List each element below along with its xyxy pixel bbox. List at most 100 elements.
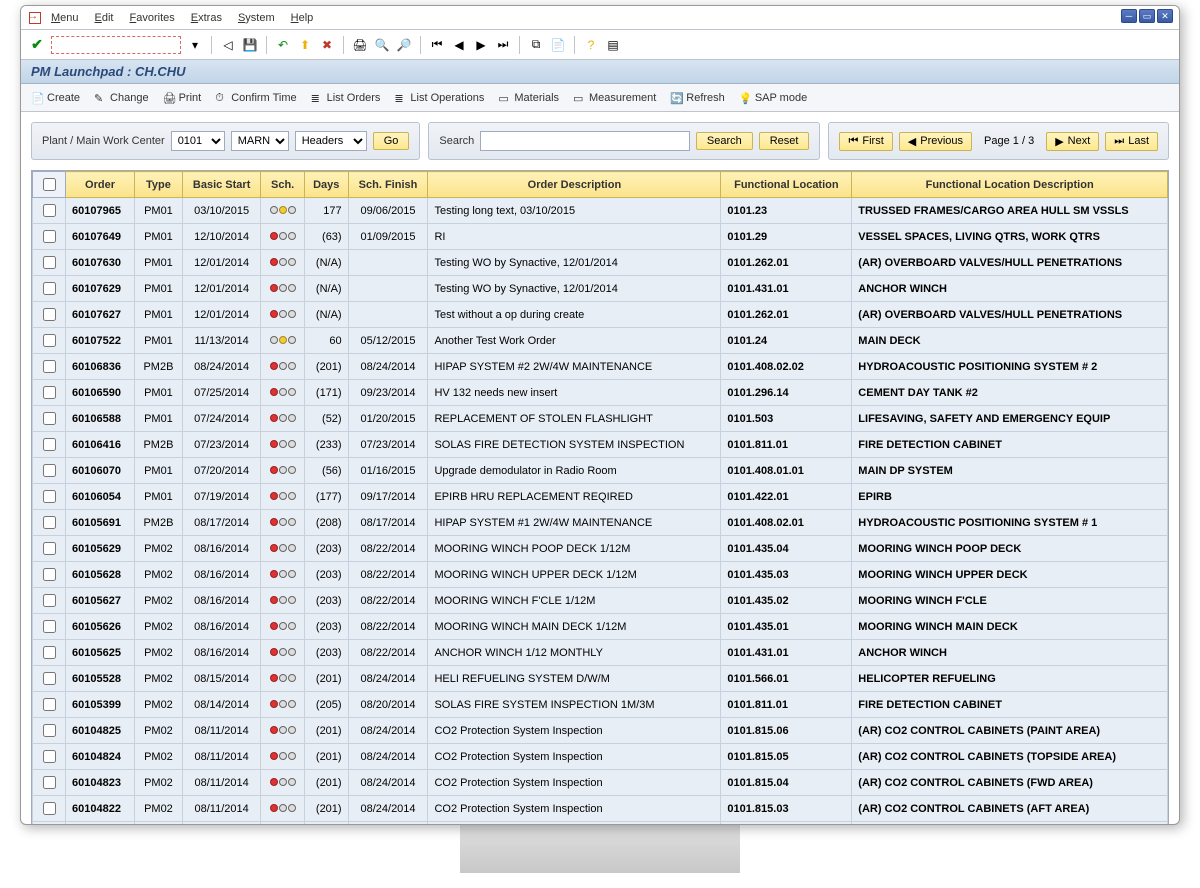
measurement-button[interactable]: ▭Measurement bbox=[573, 92, 656, 104]
back-icon[interactable]: ◁ bbox=[220, 37, 236, 53]
refresh-button[interactable]: 🔄Refresh bbox=[670, 92, 725, 104]
col-type[interactable]: Type bbox=[135, 172, 183, 198]
prev-page-icon[interactable]: ◀ bbox=[451, 37, 467, 53]
find-icon[interactable]: 🔍 bbox=[374, 37, 390, 53]
table-row[interactable]: 60106588PM0107/24/2014(52)01/20/2015REPL… bbox=[33, 406, 1168, 432]
menu-edit[interactable]: Edit bbox=[95, 12, 114, 24]
row-checkbox[interactable] bbox=[43, 724, 56, 737]
row-checkbox[interactable] bbox=[43, 620, 56, 633]
row-checkbox[interactable] bbox=[43, 516, 56, 529]
row-checkbox[interactable] bbox=[43, 542, 56, 555]
col-checkbox[interactable] bbox=[33, 172, 66, 198]
mode-select[interactable]: Headers bbox=[295, 131, 367, 151]
table-row[interactable]: 60107649PM0112/10/2014(63)01/09/2015RI01… bbox=[33, 224, 1168, 250]
table-row[interactable]: 60104822PM0208/11/2014(201)08/24/2014CO2… bbox=[33, 796, 1168, 822]
table-row[interactable]: 60107630PM0112/01/2014(N/A)Testing WO by… bbox=[33, 250, 1168, 276]
menu-system[interactable]: System bbox=[238, 12, 275, 24]
materials-button[interactable]: ▭Materials bbox=[498, 92, 559, 104]
row-checkbox[interactable] bbox=[43, 490, 56, 503]
print-icon[interactable]: 🖨 bbox=[352, 37, 368, 53]
table-row[interactable]: 60104825PM0208/11/2014(201)08/24/2014CO2… bbox=[33, 718, 1168, 744]
col-basic-start[interactable]: Basic Start bbox=[182, 172, 261, 198]
table-row[interactable]: 60106416PM2B07/23/2014(233)07/23/2014SOL… bbox=[33, 432, 1168, 458]
table-row[interactable]: 60107522PM0111/13/20146005/12/2015Anothe… bbox=[33, 328, 1168, 354]
row-checkbox[interactable] bbox=[43, 776, 56, 789]
row-checkbox[interactable] bbox=[43, 256, 56, 269]
maximize-button[interactable]: ▭ bbox=[1139, 9, 1155, 23]
first-page-icon[interactable]: ⏮ bbox=[429, 37, 445, 53]
shortcut-icon[interactable]: 📄 bbox=[550, 37, 566, 53]
table-row[interactable]: 60105691PM2B08/17/2014(208)08/17/2014HIP… bbox=[33, 510, 1168, 536]
table-row[interactable]: 60104824PM0208/11/2014(201)08/24/2014CO2… bbox=[33, 744, 1168, 770]
col-sch-[interactable]: Sch. bbox=[261, 172, 304, 198]
row-checkbox[interactable] bbox=[43, 698, 56, 711]
search-button[interactable]: Search bbox=[696, 132, 753, 150]
row-checkbox[interactable] bbox=[43, 802, 56, 815]
row-checkbox[interactable] bbox=[43, 412, 56, 425]
row-checkbox[interactable] bbox=[43, 360, 56, 373]
minimize-button[interactable]: ─ bbox=[1121, 9, 1137, 23]
next-button[interactable]: ▶ Next bbox=[1046, 132, 1099, 151]
confirm-time-button[interactable]: ⏱Confirm Time bbox=[215, 92, 296, 104]
col-functional-location-description[interactable]: Functional Location Description bbox=[852, 172, 1168, 198]
col-order-description[interactable]: Order Description bbox=[428, 172, 721, 198]
list-operations-button[interactable]: ≣List Operations bbox=[394, 92, 484, 104]
row-checkbox[interactable] bbox=[43, 386, 56, 399]
last-page-icon[interactable]: ⏭ bbox=[495, 37, 511, 53]
row-checkbox[interactable] bbox=[43, 438, 56, 451]
next-page-icon[interactable]: ▶ bbox=[473, 37, 489, 53]
exit-icon[interactable]: ⬆ bbox=[297, 37, 313, 53]
menu-favorites[interactable]: Favorites bbox=[130, 12, 175, 24]
col-order[interactable]: Order bbox=[66, 172, 135, 198]
print-button[interactable]: 🖨Print bbox=[163, 92, 202, 104]
col-sch-finish[interactable]: Sch. Finish bbox=[348, 172, 428, 198]
col-days[interactable]: Days bbox=[304, 172, 348, 198]
sap-mode-button[interactable]: 💡SAP mode bbox=[739, 92, 807, 104]
layout-icon[interactable]: ▤ bbox=[605, 37, 621, 53]
menu-extras[interactable]: Extras bbox=[191, 12, 222, 24]
row-checkbox[interactable] bbox=[43, 646, 56, 659]
row-checkbox[interactable] bbox=[43, 230, 56, 243]
reset-button[interactable]: Reset bbox=[759, 132, 810, 150]
row-checkbox[interactable] bbox=[43, 334, 56, 347]
cancel-icon[interactable]: ✖ bbox=[319, 37, 335, 53]
table-row[interactable]: 60105627PM0208/16/2014(203)08/22/2014MOO… bbox=[33, 588, 1168, 614]
row-checkbox[interactable] bbox=[43, 308, 56, 321]
save-icon[interactable]: 💾 bbox=[242, 37, 258, 53]
help-icon[interactable]: ? bbox=[583, 37, 599, 53]
table-row[interactable]: 60104821PM0208/11/2014(201)08/24/2014CO2… bbox=[33, 822, 1168, 826]
row-checkbox[interactable] bbox=[43, 672, 56, 685]
table-row[interactable]: 60106070PM0107/20/2014(56)01/16/2015Upgr… bbox=[33, 458, 1168, 484]
plant-select[interactable]: 0101 bbox=[171, 131, 225, 151]
row-checkbox[interactable] bbox=[43, 464, 56, 477]
change-button[interactable]: ✎Change bbox=[94, 92, 149, 104]
back-arrow-icon[interactable]: ↶ bbox=[275, 37, 291, 53]
table-row[interactable]: 60105399PM0208/14/2014(205)08/20/2014SOL… bbox=[33, 692, 1168, 718]
workcenter-select[interactable]: MARN bbox=[231, 131, 289, 151]
menu-menu[interactable]: Menu bbox=[51, 12, 79, 24]
search-input[interactable] bbox=[480, 131, 690, 151]
go-button[interactable]: Go bbox=[373, 132, 410, 150]
enter-icon[interactable]: ✔ bbox=[29, 37, 45, 53]
table-row[interactable]: 60105625PM0208/16/2014(203)08/22/2014ANC… bbox=[33, 640, 1168, 666]
table-row[interactable]: 60107627PM0112/01/2014(N/A)Test without … bbox=[33, 302, 1168, 328]
create-button[interactable]: 📄Create bbox=[31, 92, 80, 104]
table-row[interactable]: 60106836PM2B08/24/2014(201)08/24/2014HIP… bbox=[33, 354, 1168, 380]
menu-help[interactable]: Help bbox=[291, 12, 314, 24]
row-checkbox[interactable] bbox=[43, 750, 56, 763]
row-checkbox[interactable] bbox=[43, 568, 56, 581]
row-checkbox[interactable] bbox=[43, 594, 56, 607]
find-next-icon[interactable]: 🔎 bbox=[396, 37, 412, 53]
first-button[interactable]: ⏮ First bbox=[839, 132, 892, 151]
table-row[interactable]: 60107965PM0103/10/201517709/06/2015Testi… bbox=[33, 198, 1168, 224]
command-field[interactable] bbox=[51, 36, 181, 54]
table-row[interactable]: 60105626PM0208/16/2014(203)08/22/2014MOO… bbox=[33, 614, 1168, 640]
list-orders-button[interactable]: ≣List Orders bbox=[311, 92, 381, 104]
table-row[interactable]: 60106054PM0107/19/2014(177)09/17/2014EPI… bbox=[33, 484, 1168, 510]
row-checkbox[interactable] bbox=[43, 282, 56, 295]
table-row[interactable]: 60104823PM0208/11/2014(201)08/24/2014CO2… bbox=[33, 770, 1168, 796]
table-row[interactable]: 60105628PM0208/16/2014(203)08/22/2014MOO… bbox=[33, 562, 1168, 588]
last-button[interactable]: ⏭ Last bbox=[1105, 132, 1158, 151]
select-all-checkbox[interactable] bbox=[43, 178, 56, 191]
dropdown-icon[interactable]: ▾ bbox=[187, 37, 203, 53]
